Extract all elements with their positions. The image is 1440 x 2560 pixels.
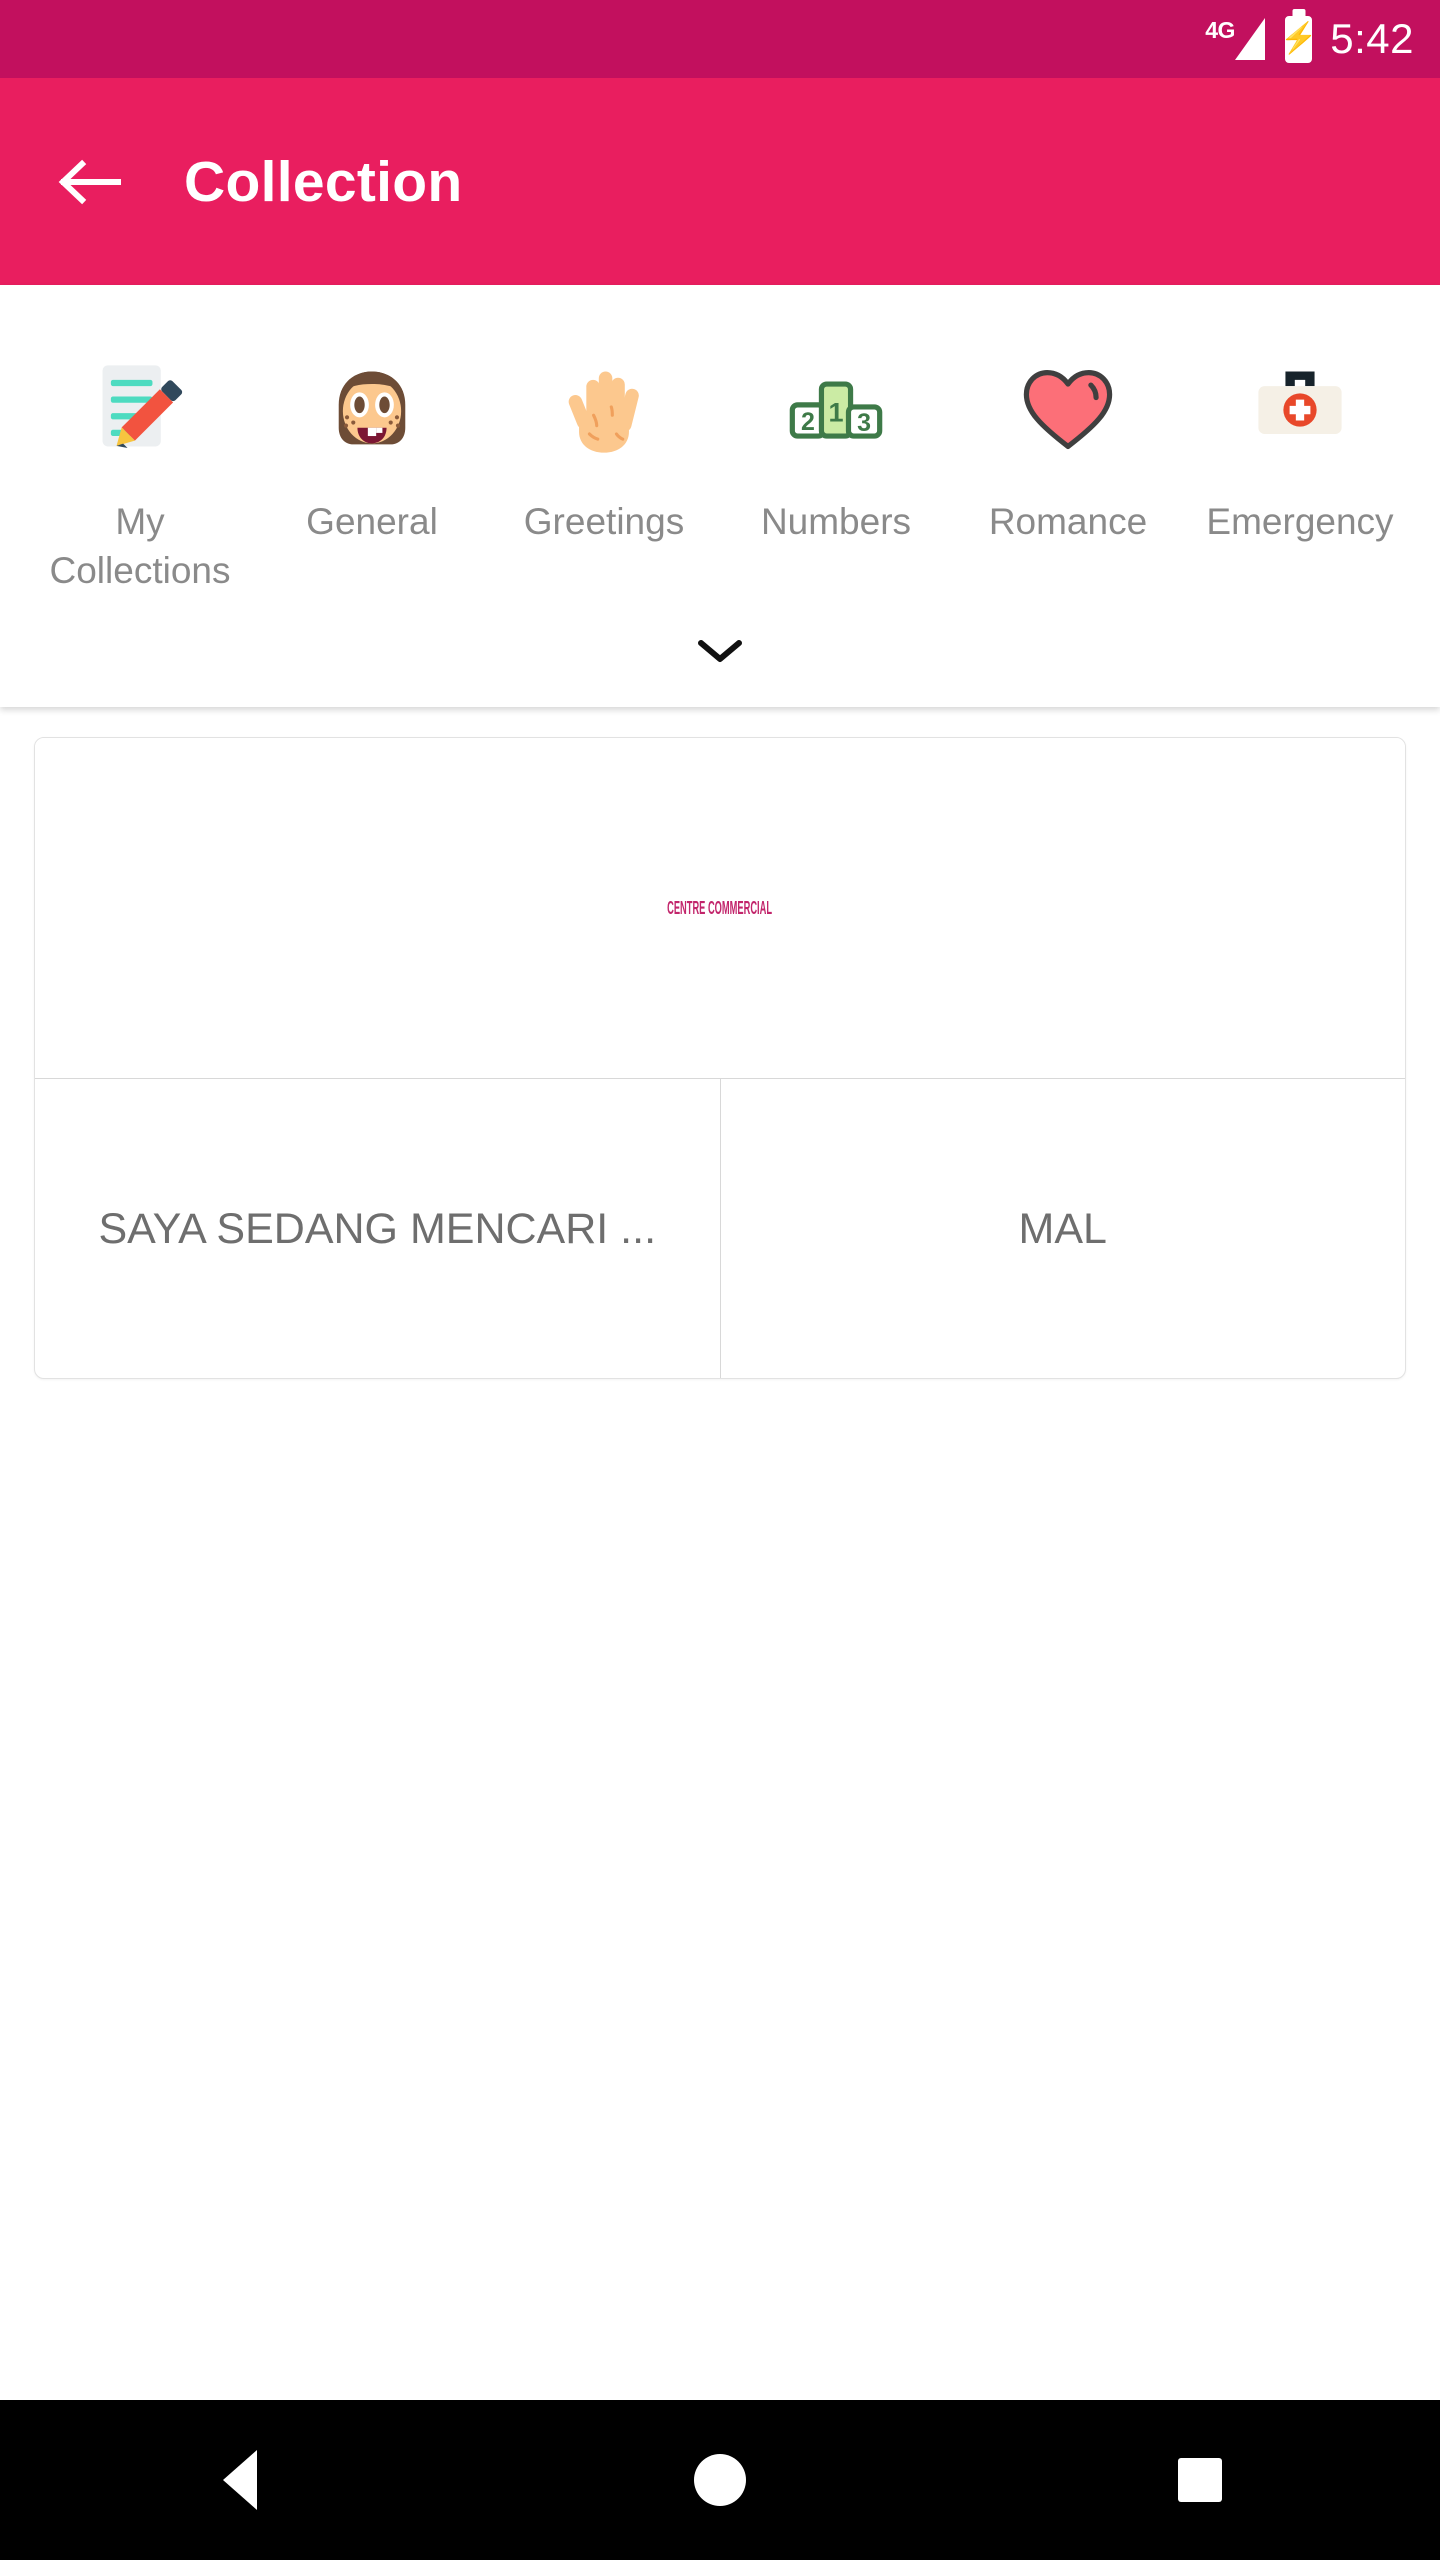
category-item-numbers[interactable]: 2 1 3 Numbers bbox=[720, 329, 952, 546]
signal-bars-icon: 4G bbox=[1205, 15, 1267, 63]
nav-recents-button[interactable] bbox=[1120, 2400, 1280, 2560]
nav-home-circle-icon bbox=[694, 2454, 746, 2506]
category-label: My Collections bbox=[49, 501, 231, 591]
heart-icon bbox=[1016, 329, 1120, 489]
category-panel: My Collections General Greetings 2 1 3 N… bbox=[0, 285, 1440, 707]
expand-categories-button[interactable] bbox=[0, 595, 1440, 707]
signal-triangle bbox=[1235, 18, 1266, 60]
category-label: Numbers bbox=[760, 501, 912, 542]
raised-hand-icon bbox=[552, 329, 656, 489]
status-bar: 4G ⚡ 5:42 bbox=[0, 0, 1440, 78]
status-bar-clock: 5:42 bbox=[1330, 15, 1414, 62]
back-arrow-icon[interactable] bbox=[52, 145, 126, 219]
category-label: General bbox=[306, 501, 438, 542]
girl-face-icon bbox=[320, 329, 424, 489]
card-image-caption: CENTRE COMMERCIAL bbox=[667, 897, 773, 919]
svg-text:1: 1 bbox=[828, 397, 843, 427]
category-label: Greetings bbox=[523, 501, 685, 542]
category-item-romance[interactable]: Romance bbox=[952, 329, 1184, 546]
android-navigation-bar bbox=[0, 2400, 1440, 2560]
card-cell-phrase[interactable]: SAYA SEDANG MENCARI ... bbox=[35, 1079, 720, 1378]
category-item-greetings[interactable]: Greetings bbox=[488, 329, 720, 546]
card-cells: SAYA SEDANG MENCARI ... MAL bbox=[35, 1078, 1405, 1378]
nav-back-triangle-icon bbox=[223, 2450, 257, 2510]
card-image-area: CENTRE COMMERCIAL bbox=[35, 738, 1405, 1078]
app-screen: 4G ⚡ 5:42 Collection My Collections Gene… bbox=[0, 0, 1440, 2560]
page-title: Collection bbox=[184, 149, 463, 214]
category-row: My Collections General Greetings 2 1 3 N… bbox=[0, 329, 1440, 595]
memo-pencil-icon bbox=[88, 329, 192, 489]
category-item-emergency[interactable]: Emergency bbox=[1184, 329, 1416, 546]
category-item-my-collections[interactable]: My Collections bbox=[24, 329, 256, 595]
status-bar-items: 4G ⚡ 5:42 bbox=[1205, 15, 1414, 63]
category-label: Romance bbox=[988, 501, 1148, 542]
battery-charging-icon: ⚡ bbox=[1280, 15, 1318, 63]
network-type-label: 4G bbox=[1205, 17, 1235, 43]
nav-home-button[interactable] bbox=[640, 2400, 800, 2560]
card-cell-text: MAL bbox=[1018, 1204, 1107, 1253]
category-label: Emergency bbox=[1206, 501, 1394, 542]
content-area: CENTRE COMMERCIAL SAYA SEDANG MENCARI ..… bbox=[0, 707, 1440, 2400]
phrase-card[interactable]: CENTRE COMMERCIAL SAYA SEDANG MENCARI ..… bbox=[34, 737, 1406, 1379]
nav-recents-square-icon bbox=[1178, 2458, 1222, 2502]
first-aid-kit-icon bbox=[1248, 329, 1352, 489]
category-item-general[interactable]: General bbox=[256, 329, 488, 546]
podium-123-icon: 2 1 3 bbox=[784, 329, 888, 489]
card-cell-text: SAYA SEDANG MENCARI ... bbox=[98, 1204, 657, 1253]
card-cell-translation[interactable]: MAL bbox=[719, 1079, 1406, 1378]
svg-text:3: 3 bbox=[857, 409, 871, 437]
app-bar: Collection bbox=[0, 78, 1440, 285]
charging-bolt-icon: ⚡ bbox=[1280, 22, 1318, 55]
svg-text:2: 2 bbox=[801, 408, 815, 436]
chevron-down-icon bbox=[698, 640, 742, 662]
nav-back-button[interactable] bbox=[160, 2400, 320, 2560]
